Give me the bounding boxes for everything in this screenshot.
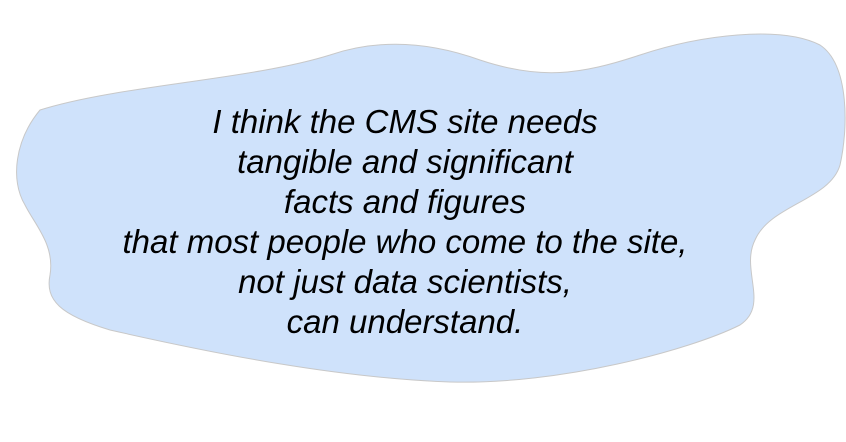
quote-line: facts and figures	[283, 183, 527, 220]
quote-line: that most people who come to the site,	[122, 223, 688, 260]
quote-line: I think the CMS site needs	[212, 103, 598, 140]
quote-line: tangible and significant	[237, 143, 573, 180]
quote-line: not just data scientists,	[238, 263, 572, 300]
quote-text: I think the CMS site needs tangible and …	[0, 102, 810, 342]
quote-line: can understand.	[286, 303, 524, 340]
